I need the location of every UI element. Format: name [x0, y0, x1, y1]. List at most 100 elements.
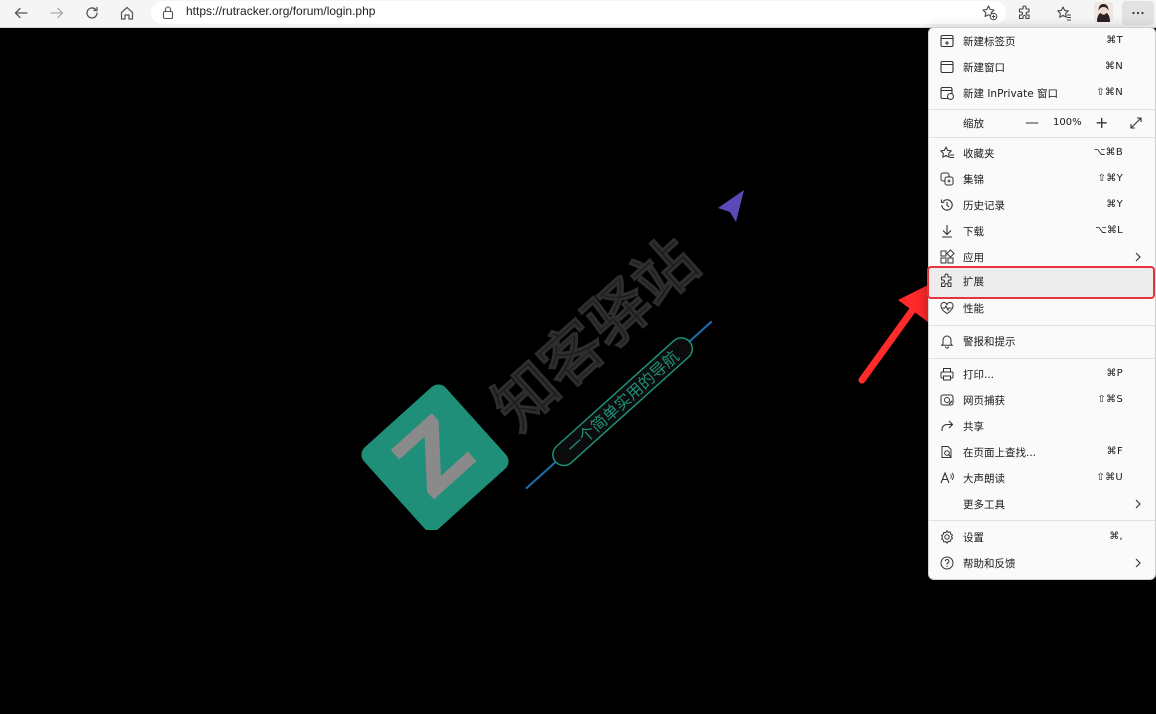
- menu-item-performance[interactable]: 性能: [929, 296, 1155, 320]
- lock-icon[interactable]: [161, 5, 175, 20]
- menu-label: 集锦: [963, 174, 984, 186]
- menu-shortcut: ⇧⌘S: [1097, 394, 1123, 405]
- menu-item-new-window[interactable]: 新建窗口 ⌘N: [929, 55, 1155, 79]
- zoom-out-button[interactable]: —: [1025, 115, 1039, 131]
- more-button[interactable]: [1122, 1, 1154, 25]
- menu-item-read-aloud[interactable]: 大声朗读 ⇧⌘U: [929, 466, 1155, 490]
- menu-label: 下载: [963, 226, 984, 238]
- menu-item-new-tab[interactable]: 新建标签页 ⌘T: [929, 29, 1155, 53]
- fullscreen-icon[interactable]: [1128, 115, 1144, 131]
- extensions-button[interactable]: [1011, 1, 1039, 25]
- chevron-right-icon: [1135, 252, 1141, 262]
- menu-label: 网页捕获: [963, 395, 1005, 407]
- menu-shortcut: ⌥⌘B: [1093, 147, 1123, 158]
- menu-item-downloads[interactable]: 下载 ⌥⌘L: [929, 219, 1155, 243]
- menu-label: 扩展: [963, 276, 984, 288]
- menu-shortcut: ⇧⌘Y: [1097, 173, 1123, 184]
- menu-shortcut: ⌘Y: [1106, 199, 1123, 210]
- bell-icon: [939, 333, 955, 349]
- new-window-icon: [939, 59, 955, 75]
- refresh-icon: [86, 6, 98, 19]
- chevron-right-icon: [1135, 558, 1141, 568]
- menu-item-zoom: 缩放 — 100% +: [929, 111, 1155, 135]
- web-capture-icon: [939, 392, 955, 408]
- favorites-icon: [1057, 6, 1071, 21]
- home-button[interactable]: [113, 1, 141, 25]
- add-favorite-icon[interactable]: [981, 4, 998, 21]
- menu-label: 历史记录: [963, 200, 1005, 212]
- forward-button[interactable]: [43, 1, 71, 25]
- inprivate-icon: [939, 85, 955, 101]
- menu-label: 帮助和反馈: [963, 558, 1016, 570]
- zoom-level: 100%: [1053, 117, 1082, 128]
- menu-shortcut: ⌘F: [1106, 446, 1123, 457]
- menu-label: 设置: [963, 532, 984, 544]
- menu-label: 大声朗读: [963, 473, 1005, 485]
- help-icon: [939, 555, 955, 571]
- zoom-label: 缩放: [963, 118, 984, 130]
- avatar[interactable]: [1094, 2, 1113, 22]
- home-icon: [120, 6, 134, 20]
- watermark: Z 知客驿站 一个简单实用的导航: [360, 180, 760, 532]
- history-icon: [939, 197, 955, 213]
- menu-shortcut: ⌘N: [1104, 61, 1123, 72]
- browser-menu: 新建标签页 ⌘T 新建窗口 ⌘N 新建 InPrivate 窗口 ⇧⌘N 缩放 …: [927, 27, 1156, 580]
- menu-divider: [929, 109, 1155, 110]
- favorites-button[interactable]: [1050, 1, 1078, 25]
- menu-label: 共享: [963, 421, 984, 433]
- menu-item-help[interactable]: 帮助和反馈: [929, 551, 1155, 575]
- url-text[interactable]: https://rutracker.org/forum/login.php: [186, 4, 375, 18]
- favorites-icon: [939, 145, 955, 161]
- menu-divider: [929, 520, 1155, 521]
- download-icon: [939, 223, 955, 239]
- watermark-arrow-icon: [718, 190, 744, 222]
- menu-item-find[interactable]: 在页面上查找... ⌘F: [929, 440, 1155, 464]
- menu-label: 打印...: [963, 369, 995, 381]
- printer-icon: [939, 366, 955, 382]
- gear-icon: [939, 529, 955, 545]
- menu-label: 新建标签页: [963, 36, 1016, 48]
- menu-item-new-inprivate[interactable]: 新建 InPrivate 窗口 ⇧⌘N: [929, 81, 1155, 105]
- share-icon: [939, 418, 955, 434]
- menu-item-settings[interactable]: 设置 ⌘,: [929, 525, 1155, 549]
- menu-shortcut: ⇧⌘U: [1096, 472, 1123, 483]
- performance-icon: [939, 300, 955, 316]
- menu-item-favorites[interactable]: 收藏夹 ⌥⌘B: [929, 141, 1155, 165]
- menu-item-extensions[interactable]: 扩展: [929, 269, 1155, 293]
- address-bar[interactable]: https://rutracker.org/forum/login.php: [151, 1, 1006, 24]
- menu-shortcut: ⌘T: [1106, 35, 1123, 46]
- back-button[interactable]: [7, 1, 35, 25]
- browser-toolbar: https://rutracker.org/forum/login.php: [0, 0, 1156, 28]
- back-icon: [14, 7, 28, 19]
- more-icon: [1132, 11, 1144, 15]
- menu-item-web-capture[interactable]: 网页捕获 ⇧⌘S: [929, 388, 1155, 412]
- read-aloud-icon: [939, 470, 955, 486]
- menu-divider: [929, 137, 1155, 138]
- menu-item-collections[interactable]: 集锦 ⇧⌘Y: [929, 167, 1155, 191]
- menu-label: 新建窗口: [963, 62, 1005, 74]
- menu-label: 在页面上查找...: [963, 447, 1037, 459]
- new-tab-icon: [939, 33, 955, 49]
- menu-label: 性能: [963, 303, 984, 315]
- profile-picture-icon: [1094, 2, 1113, 22]
- collections-icon: [939, 171, 955, 187]
- menu-label: 警报和提示: [963, 336, 1016, 348]
- menu-item-history[interactable]: 历史记录 ⌘Y: [929, 193, 1155, 217]
- menu-item-alerts[interactable]: 警报和提示: [929, 329, 1155, 353]
- menu-item-more-tools[interactable]: 更多工具: [929, 492, 1155, 516]
- menu-shortcut: ⌘P: [1106, 368, 1123, 379]
- menu-item-share[interactable]: 共享: [929, 414, 1155, 438]
- menu-label: 新建 InPrivate 窗口: [963, 88, 1059, 100]
- refresh-button[interactable]: [78, 1, 106, 25]
- menu-shortcut: ⌥⌘L: [1095, 225, 1123, 236]
- watermark-graphic: Z 知客驿站 一个简单实用的导航: [361, 190, 744, 532]
- menu-label: 收藏夹: [963, 148, 995, 160]
- zoom-in-button[interactable]: +: [1095, 113, 1108, 132]
- forward-icon: [50, 7, 64, 19]
- menu-item-print[interactable]: 打印... ⌘P: [929, 362, 1155, 386]
- menu-shortcut: ⇧⌘N: [1096, 87, 1123, 98]
- menu-label: 应用: [963, 252, 984, 264]
- chevron-right-icon: [1135, 499, 1141, 509]
- find-icon: [939, 444, 955, 460]
- watermark-logo-letter: Z: [375, 397, 494, 519]
